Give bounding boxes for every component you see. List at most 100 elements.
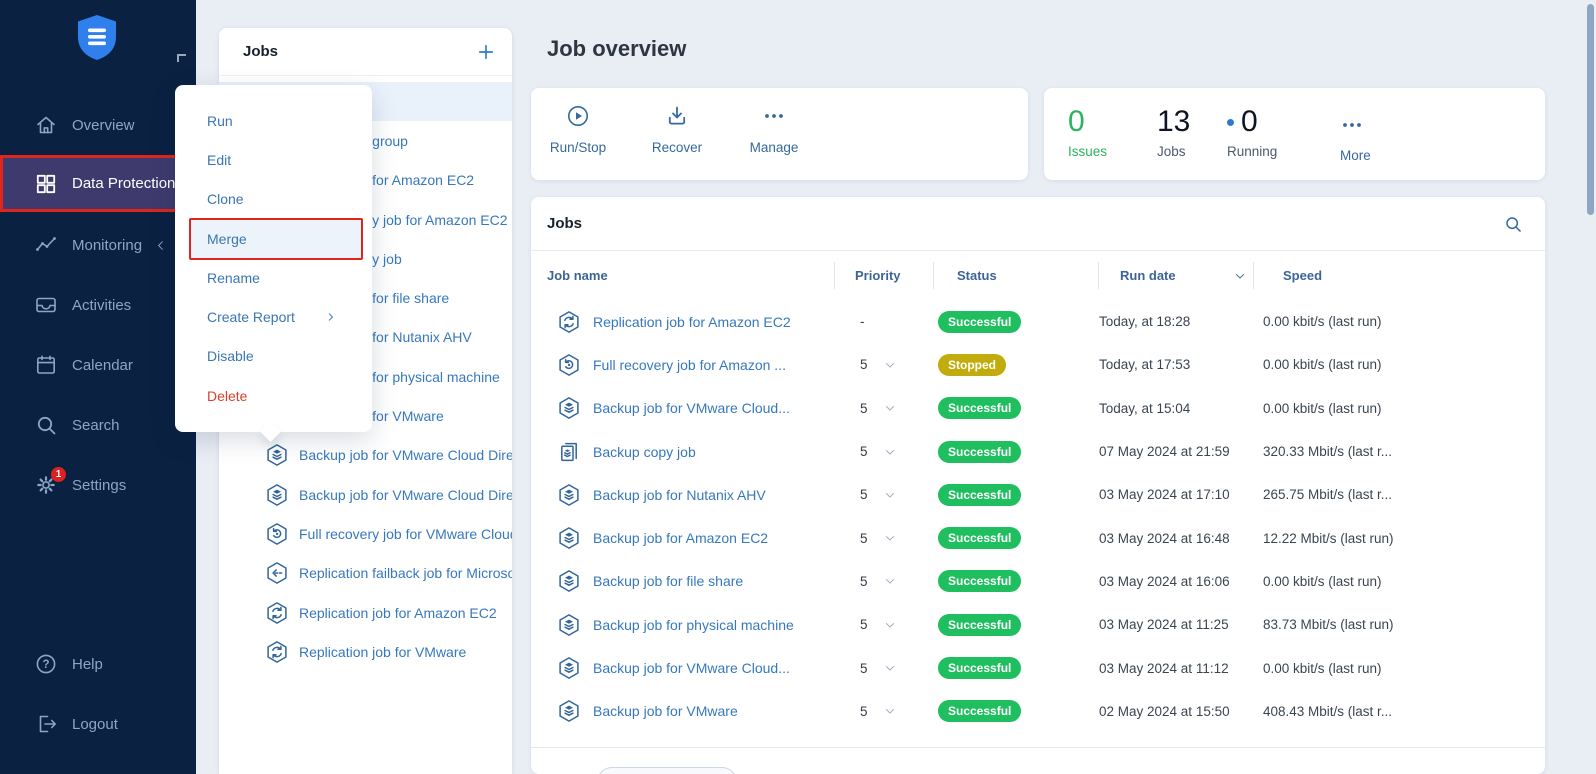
menu-item-edit[interactable]: Edit (175, 140, 372, 179)
job-name-link[interactable]: Backup job for Nutanix AHV (593, 487, 766, 503)
sidebar-item-monitoring[interactable]: Monitoring (0, 215, 196, 275)
stat-issues: 0Issues (1068, 105, 1107, 159)
priority-dropdown-icon[interactable] (883, 358, 897, 372)
table-row[interactable]: Backup job for Nutanix AHV5Successful03 … (531, 473, 1545, 516)
run-date-cell: 02 May 2024 at 15:50 (1098, 704, 1253, 719)
column-separator (933, 262, 934, 289)
manage-button[interactable]: Manage (729, 104, 819, 166)
priority-dropdown-icon[interactable] (883, 488, 897, 502)
job-name-link[interactable]: Backup job for physical machine (593, 617, 794, 633)
menu-item-clone[interactable]: Clone (175, 180, 372, 219)
priority-value: 5 (860, 704, 868, 719)
speed-cell: 408.43 Mbit/s (last r... (1253, 704, 1545, 719)
speed-cell: 320.33 Mbit/s (last r... (1253, 444, 1545, 459)
priority-dropdown-icon[interactable] (883, 401, 897, 415)
table-footer-button[interactable] (597, 767, 737, 774)
job-name-link[interactable]: Backup job for Amazon EC2 (593, 530, 768, 546)
search-icon[interactable] (1503, 214, 1523, 234)
stat-label: Running (1227, 144, 1277, 159)
speed-cell: 12.22 Mbit/s (last run) (1253, 531, 1545, 546)
table-row[interactable]: Backup job for VMware Cloud...5Successfu… (531, 387, 1545, 430)
sort-desc-icon[interactable] (1233, 269, 1247, 283)
table-footer-divider (531, 747, 1545, 748)
job-name-link[interactable]: Replication job for Amazon EC2 (593, 314, 791, 330)
more-button[interactable]: More (1340, 113, 1371, 163)
sidebar-item-overview[interactable]: Overview (0, 95, 196, 155)
sidebar-item-logout[interactable]: Logout (0, 694, 196, 754)
column-header-run-date[interactable]: Run date (1098, 268, 1253, 283)
job-name-link[interactable]: Backup job for VMware Cloud... (593, 660, 790, 676)
job-name-link[interactable]: Backup job for VMware Cloud... (593, 400, 790, 416)
chart-line-icon (34, 233, 58, 257)
job-list-item[interactable]: Replication failback job for Microsoft H… (219, 554, 512, 593)
table-row[interactable]: Replication job for Amazon EC2-Successfu… (531, 300, 1545, 343)
menu-item-label: Run (207, 113, 233, 129)
table-row[interactable]: Backup job for VMware Cloud...5Successfu… (531, 646, 1545, 689)
jobs-table-header: Jobs (531, 197, 1545, 251)
table-row[interactable]: Backup job for VMware5Successful02 May 2… (531, 690, 1545, 733)
page-scrollbar[interactable] (1587, 4, 1594, 215)
sidebar-item-activities[interactable]: Activities (0, 275, 196, 335)
menu-item-label: Rename (207, 270, 260, 286)
menu-item-rename[interactable]: Rename (175, 258, 372, 297)
menu-item-label: Delete (207, 388, 247, 404)
sidebar-item-search[interactable]: Search (0, 395, 196, 455)
table-row[interactable]: Backup job for physical machine5Successf… (531, 603, 1545, 646)
run-date-cell: 07 May 2024 at 21:59 (1098, 444, 1253, 459)
table-row[interactable]: Backup copy job5Successful07 May 2024 at… (531, 430, 1545, 473)
table-row[interactable]: Backup job for file share5Successful03 M… (531, 560, 1545, 603)
status-cell: Successful (933, 484, 1098, 506)
job-list-item[interactable]: Backup job for VMware Cloud Director (219, 436, 512, 475)
recover-button[interactable]: Recover (632, 104, 722, 166)
job-name-link[interactable]: Backup job for file share (593, 573, 743, 589)
priority-dropdown-icon[interactable] (883, 704, 897, 718)
table-row[interactable]: Backup job for Amazon EC25Successful03 M… (531, 516, 1545, 559)
priority-value: 5 (860, 574, 868, 589)
priority-dropdown-icon[interactable] (883, 445, 897, 459)
job-name-cell: Backup job for Nutanix AHV (531, 483, 834, 507)
job-list-item[interactable]: Backup job for VMware Cloud Director (219, 475, 512, 514)
sidebar-item-settings[interactable]: 1Settings (0, 455, 196, 515)
job-name-link[interactable]: Backup copy job (593, 444, 696, 460)
ellipsis-icon (1340, 113, 1364, 137)
job-name-link[interactable]: Full recovery job for Amazon ... (593, 357, 786, 373)
priority-value: 5 (860, 531, 868, 546)
menu-item-merge[interactable]: Merge (175, 219, 372, 258)
run-stop-button[interactable]: Run/Stop (533, 104, 623, 166)
priority-dropdown-icon[interactable] (883, 661, 897, 675)
priority-dropdown-icon[interactable] (883, 574, 897, 588)
sidebar-item-help[interactable]: ?Help (0, 634, 196, 694)
job-list-item[interactable]: Replication job for VMware (219, 632, 512, 671)
column-header-job-name[interactable]: Job name (531, 268, 834, 283)
job-list-item[interactable]: Full recovery job for VMware Cloud Direc… (219, 514, 512, 553)
add-job-button[interactable] (476, 42, 496, 62)
priority-cell: 5 (834, 357, 933, 372)
status-badge: Successful (938, 614, 1021, 636)
column-header-priority[interactable]: Priority (834, 268, 933, 283)
job-name-cell: Backup job for Amazon EC2 (531, 526, 834, 550)
stat-value: 0 (1241, 105, 1258, 139)
status-cell: Successful (933, 614, 1098, 636)
run-date-cell: 03 May 2024 at 11:12 (1098, 661, 1253, 676)
column-header-status[interactable]: Status (933, 268, 1098, 283)
stat-running: 0 Running (1227, 105, 1277, 159)
menu-item-label: Merge (207, 231, 247, 247)
job-list-item-label: Replication job for VMware (299, 644, 466, 660)
menu-item-run[interactable]: Run (175, 101, 372, 140)
speed-cell: 0.00 kbit/s (last run) (1253, 357, 1545, 372)
job-list-item-label: Backup job for VMware Cloud Director (299, 447, 512, 463)
priority-dropdown-icon[interactable] (883, 618, 897, 632)
job-name-link[interactable]: Backup job for VMware (593, 703, 738, 719)
priority-dropdown-icon[interactable] (883, 531, 897, 545)
menu-item-delete[interactable]: Delete (175, 376, 372, 415)
sidebar-item-label: Overview (72, 117, 135, 134)
menu-item-disable[interactable]: Disable (175, 337, 372, 376)
stat-label: Issues (1068, 144, 1107, 159)
menu-item-create-report[interactable]: Create Report (175, 297, 372, 336)
table-row[interactable]: Full recovery job for Amazon ...5Stopped… (531, 343, 1545, 386)
job-list-item[interactable]: Replication job for Amazon EC2 (219, 593, 512, 632)
sidebar-item-calendar[interactable]: Calendar (0, 335, 196, 395)
column-header-speed[interactable]: Speed (1253, 268, 1545, 283)
inbox-icon (34, 293, 58, 317)
sidebar-item-data-protection[interactable]: Data Protection (0, 155, 178, 212)
